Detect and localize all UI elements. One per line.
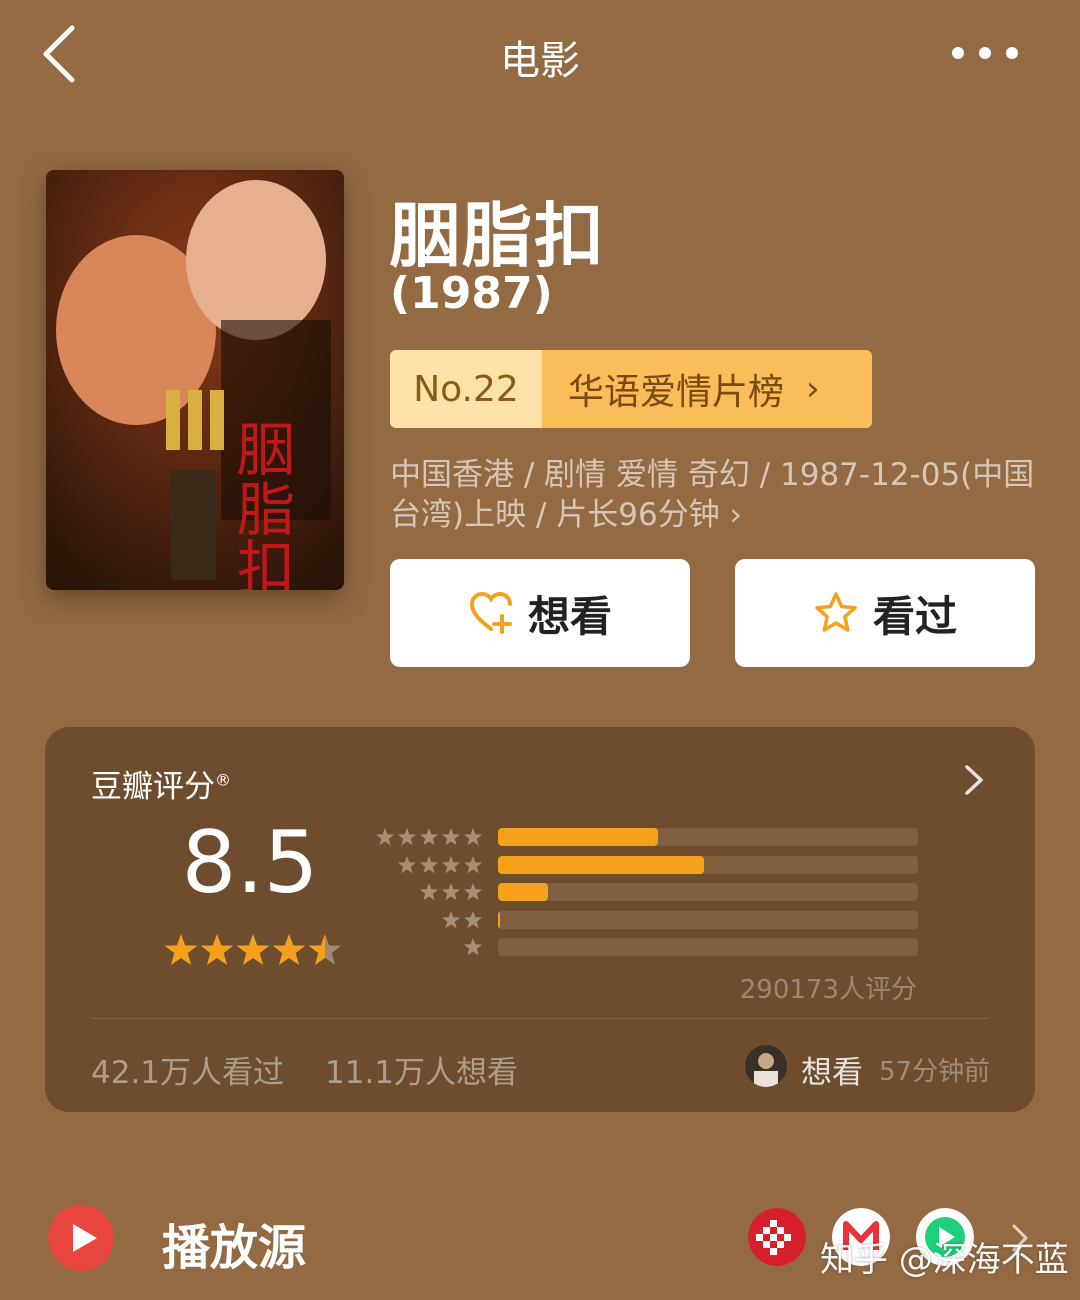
distribution-bar-track bbox=[498, 883, 918, 901]
distribution-row bbox=[375, 910, 920, 930]
card-divider bbox=[91, 1018, 989, 1019]
star-icon bbox=[441, 910, 461, 928]
distribution-bar-fill bbox=[498, 855, 704, 874]
youku-logo bbox=[748, 1208, 806, 1266]
distribution-stars bbox=[463, 937, 483, 957]
want-count[interactable]: 11.1万人想看 bbox=[325, 1047, 518, 1092]
chevron-right-icon[interactable] bbox=[961, 763, 987, 797]
distribution-stars bbox=[397, 855, 483, 875]
star-icon bbox=[419, 855, 439, 873]
rank-badge[interactable]: No.22 华语爱情片榜 › bbox=[390, 350, 872, 428]
distribution-stars bbox=[419, 882, 483, 902]
distribution-bar-fill bbox=[498, 910, 501, 929]
star-icon bbox=[375, 828, 395, 846]
friend-avatar-image bbox=[745, 1045, 787, 1087]
watermark: 知乎 @深海不蓝 bbox=[820, 1240, 1069, 1280]
distribution-bar-track bbox=[498, 910, 918, 929]
star-icon bbox=[419, 883, 439, 901]
youku-icon[interactable] bbox=[748, 1208, 806, 1266]
play-sources-label: 播放源 bbox=[162, 1220, 307, 1276]
play-icon[interactable] bbox=[48, 1205, 114, 1271]
page-title: 电影 bbox=[500, 38, 580, 84]
svg-text:扣: 扣 bbox=[237, 534, 295, 590]
chevron-right-icon: › bbox=[806, 369, 820, 409]
movie-title: 胭脂扣 bbox=[390, 195, 606, 277]
svg-text:胭: 胭 bbox=[237, 416, 295, 484]
registered-mark: ® bbox=[215, 770, 231, 790]
movie-meta-info[interactable]: 中国香港 / 剧情 爱情 奇幻 / 1987-12-05(中国台湾)上映 / 片… bbox=[390, 455, 1040, 535]
rank-list-name: 华语爱情片榜 › bbox=[542, 350, 872, 428]
distribution-row bbox=[375, 827, 920, 847]
score-stars bbox=[164, 934, 342, 965]
distribution-bar-track bbox=[498, 855, 918, 874]
seen-button-label: 看过 bbox=[872, 591, 957, 641]
star-icon bbox=[463, 883, 483, 901]
distribution-row bbox=[375, 937, 920, 957]
rating-label-text: 豆瓣评分 bbox=[91, 769, 215, 805]
avatar[interactable] bbox=[745, 1045, 787, 1087]
star-icon bbox=[463, 910, 483, 928]
star-icon bbox=[419, 828, 439, 846]
distribution-stars bbox=[375, 827, 483, 847]
star-icon bbox=[397, 855, 417, 873]
distribution-row bbox=[375, 855, 920, 875]
rank-number: No.22 bbox=[390, 350, 542, 428]
rating-card[interactable]: 豆瓣评分® 8.5 290173人评分 42.1万人看过 11.1万人想看 想看… bbox=[45, 727, 1035, 1112]
friend-time: 57分钟前 bbox=[879, 1057, 991, 1087]
star-fill-icon bbox=[236, 934, 270, 965]
star-fill-icon bbox=[164, 934, 198, 965]
more-dots-icon bbox=[952, 47, 1018, 59]
distribution-bar-fill bbox=[498, 828, 658, 846]
watched-button[interactable]: 看过 bbox=[735, 559, 1035, 667]
distribution-bar-track bbox=[498, 938, 918, 956]
movie-year: (1987) bbox=[390, 268, 553, 319]
star-icon bbox=[463, 855, 483, 873]
want-to-watch-button[interactable]: 想看 bbox=[390, 559, 690, 667]
movie-poster[interactable]: 胭 脂 扣 bbox=[46, 170, 344, 590]
more-button[interactable] bbox=[950, 40, 1020, 66]
rating-label: 豆瓣评分® bbox=[91, 761, 231, 806]
heart-plus-icon bbox=[469, 591, 512, 634]
star-icon bbox=[463, 828, 483, 846]
star-fill-icon bbox=[200, 934, 234, 965]
star-outline-icon bbox=[815, 592, 857, 632]
star-fill-icon bbox=[272, 934, 306, 965]
star-icon bbox=[441, 828, 461, 846]
distribution-bar-fill bbox=[498, 883, 549, 901]
distribution-stars bbox=[441, 910, 483, 930]
friend-action: 想看 bbox=[801, 1055, 863, 1091]
star-icon bbox=[441, 883, 461, 901]
star-icon bbox=[397, 828, 417, 846]
want-button-label: 想看 bbox=[527, 591, 612, 641]
poster-image: 胭 脂 扣 bbox=[46, 170, 344, 590]
star-icon bbox=[463, 938, 483, 956]
distribution-row bbox=[375, 882, 920, 902]
seen-count[interactable]: 42.1万人看过 bbox=[91, 1047, 284, 1092]
distribution-bar-track bbox=[498, 828, 918, 846]
rank-list-label: 华语爱情片榜 bbox=[568, 372, 785, 413]
rating-score: 8.5 bbox=[181, 813, 319, 913]
star-icon bbox=[441, 855, 461, 873]
rating-count: 290173人评分 bbox=[739, 975, 917, 1005]
